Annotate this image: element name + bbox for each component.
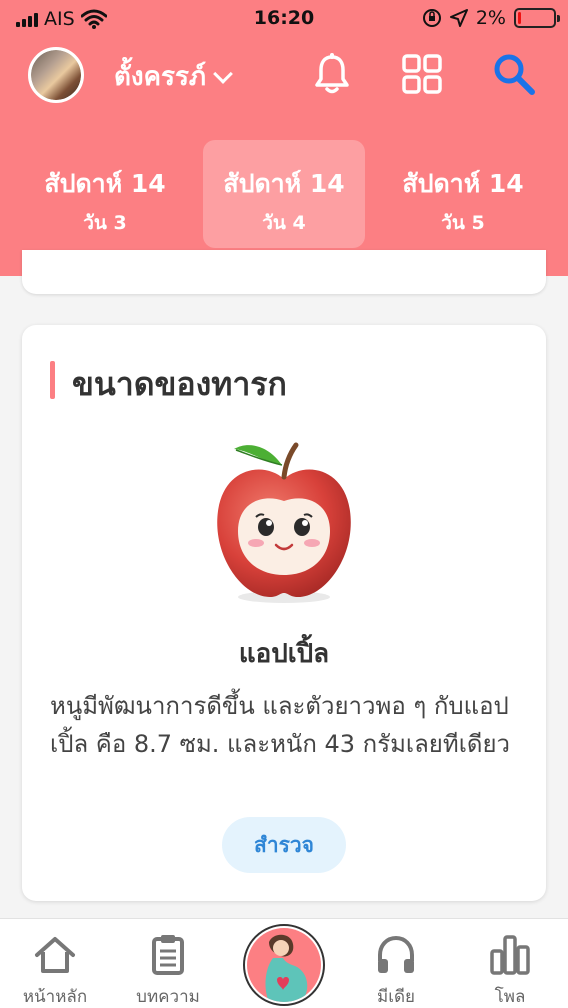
day-tabs: สัปดาห์ 14 วัน 3 สัปดาห์ 14 วัน 4 สัปดาห… xyxy=(0,140,568,248)
bell-icon[interactable] xyxy=(310,52,354,96)
day-tab-week: สัปดาห์ 14 xyxy=(223,169,345,198)
day-tab-week: สัปดาห์ 14 xyxy=(44,169,166,198)
day-tab-day: วัน 5 xyxy=(441,212,485,234)
nav-center-button[interactable] xyxy=(243,924,325,1006)
fruit-name: แอปเปิ้ล xyxy=(238,639,330,669)
home-icon xyxy=(35,937,75,973)
day-tab-day: วัน 3 xyxy=(83,212,127,234)
top-bar: ตั้งครรภ์ xyxy=(0,44,568,106)
previous-card xyxy=(22,250,546,294)
rotation-lock-icon xyxy=(422,9,441,27)
card-title: ขนาดของทารก xyxy=(72,365,287,403)
explore-button[interactable]: สำรวจ xyxy=(222,817,346,873)
location-arrow-icon xyxy=(449,9,468,27)
battery-icon xyxy=(514,8,560,28)
pregnant-woman-icon xyxy=(265,934,308,1002)
fruit-description: หนูมีพัฒนาการดีขึ้น และตัวยาวพอ ๆ กับแอป… xyxy=(50,692,511,758)
day-tab-current[interactable]: สัปดาห์ 14 วัน 4 xyxy=(203,140,365,248)
battery-percent: 2% xyxy=(475,7,506,29)
clipboard-icon xyxy=(152,935,184,975)
bar-chart-icon xyxy=(490,935,530,975)
nav-label-home: หน้าหลัก xyxy=(22,987,88,1007)
battery-fill xyxy=(518,12,521,24)
day-tab-day: วัน 4 xyxy=(262,212,306,234)
profile-name: ตั้งครรภ์ xyxy=(114,62,207,92)
nav-label-polls: โพล xyxy=(494,987,526,1007)
grid-icon[interactable] xyxy=(400,52,444,96)
day-tab-next[interactable]: สัปดาห์ 14 วัน 5 xyxy=(382,140,544,248)
header: AIS 16:20 2% ตั้งครรภ์ สัปดาห์ 14 วัน 3 … xyxy=(0,0,568,276)
search-icon[interactable] xyxy=(492,52,536,96)
nav-item-articles[interactable]: บทความ xyxy=(113,919,223,1008)
baby-size-card: ขนาดของทารก แอปเปิ้ล หนูมีพัฒนาการดีขึ้น… xyxy=(22,325,546,901)
profile-selector[interactable]: ตั้งครรภ์ xyxy=(114,56,233,97)
nav-item-home[interactable]: หน้าหลัก xyxy=(0,919,110,1008)
nav-label-media: มีเดีย xyxy=(376,987,416,1007)
chevron-down-icon xyxy=(213,63,233,84)
title-accent-bar xyxy=(50,361,55,399)
nav-label-articles: บทความ xyxy=(136,987,200,1007)
avatar[interactable] xyxy=(28,47,84,103)
headphones-icon xyxy=(378,935,414,973)
nav-item-polls[interactable]: โพล xyxy=(455,919,565,1008)
day-tab-prev[interactable]: สัปดาห์ 14 วัน 3 xyxy=(24,140,186,248)
nav-item-media[interactable]: มีเดีย xyxy=(341,919,451,1008)
status-bar: AIS 16:20 2% xyxy=(0,0,568,38)
day-tab-week: สัปดาห์ 14 xyxy=(402,169,524,198)
apple-icon xyxy=(204,431,364,611)
